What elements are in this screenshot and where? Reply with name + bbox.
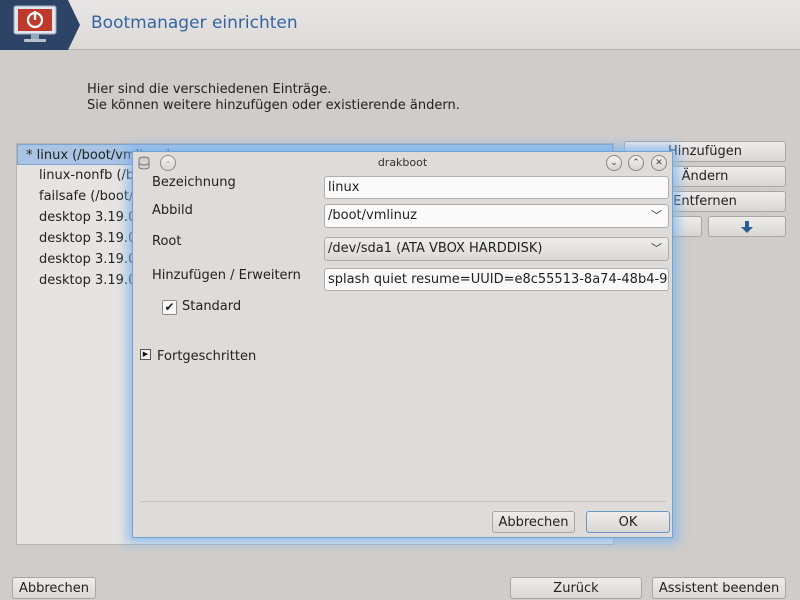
minimize-icon[interactable]: ⌄ xyxy=(606,155,622,171)
move-down-button[interactable] xyxy=(708,216,786,237)
ok-button[interactable]: OK xyxy=(586,511,670,533)
page-title: Bootmanager einrichten xyxy=(91,13,298,33)
image-field-label: Abbild xyxy=(152,203,193,218)
description-line-2: Sie können weitere hinzufügen oder exist… xyxy=(87,98,460,113)
finish-button[interactable]: Assistent beenden xyxy=(652,577,786,599)
append-field-label: Hinzufügen / Erweitern xyxy=(152,268,301,283)
arrow-down-icon xyxy=(741,221,753,233)
cancel-button[interactable]: Abbrechen xyxy=(12,577,96,599)
expand-arrow-icon[interactable]: ▶ xyxy=(140,349,151,360)
default-checkbox[interactable]: ✔ xyxy=(162,300,177,315)
chevron-down-icon: ﹀ xyxy=(651,242,662,255)
advanced-expander-label[interactable]: Fortgeschritten xyxy=(157,349,256,364)
image-combo-value: /boot/vmlinuz xyxy=(328,208,417,223)
dialog-separator xyxy=(141,501,666,502)
dialog-title: drakboot xyxy=(377,156,428,169)
maximize-icon[interactable]: ⌃ xyxy=(628,155,644,171)
root-combo[interactable]: /dev/sda1 (ATA VBOX HARDDISK) ﹀ xyxy=(324,237,669,261)
root-combo-value: /dev/sda1 (ATA VBOX HARDDISK) xyxy=(328,241,543,256)
dialog-cancel-button[interactable]: Abbrechen xyxy=(492,511,575,533)
back-button[interactable]: Zurück xyxy=(510,577,642,599)
description: Hier sind die verschiedenen Einträge. Si… xyxy=(87,82,460,114)
edit-entry-dialog: · drakboot ⌄ ⌃ ✕ Bezeichnung linux Abbil… xyxy=(132,151,673,538)
default-label: Standard xyxy=(182,299,242,314)
close-icon[interactable]: ✕ xyxy=(651,155,667,171)
root-field-label: Root xyxy=(152,234,182,249)
image-combo[interactable]: /boot/vmlinuz ﹀ xyxy=(324,204,669,228)
label-field-label: Bezeichnung xyxy=(152,175,236,190)
label-input[interactable]: linux xyxy=(324,176,669,199)
header-bar: Bootmanager einrichten xyxy=(0,0,800,50)
boot-monitor-icon xyxy=(13,5,57,42)
dialog-titlebar[interactable]: · drakboot ⌄ ⌃ ✕ xyxy=(133,152,672,174)
chevron-down-icon: ﹀ xyxy=(651,209,662,222)
append-input[interactable]: splash quiet resume=UUID=e8c55513-8a74-4… xyxy=(324,268,669,291)
description-line-1: Hier sind die verschiedenen Einträge. xyxy=(87,82,332,97)
